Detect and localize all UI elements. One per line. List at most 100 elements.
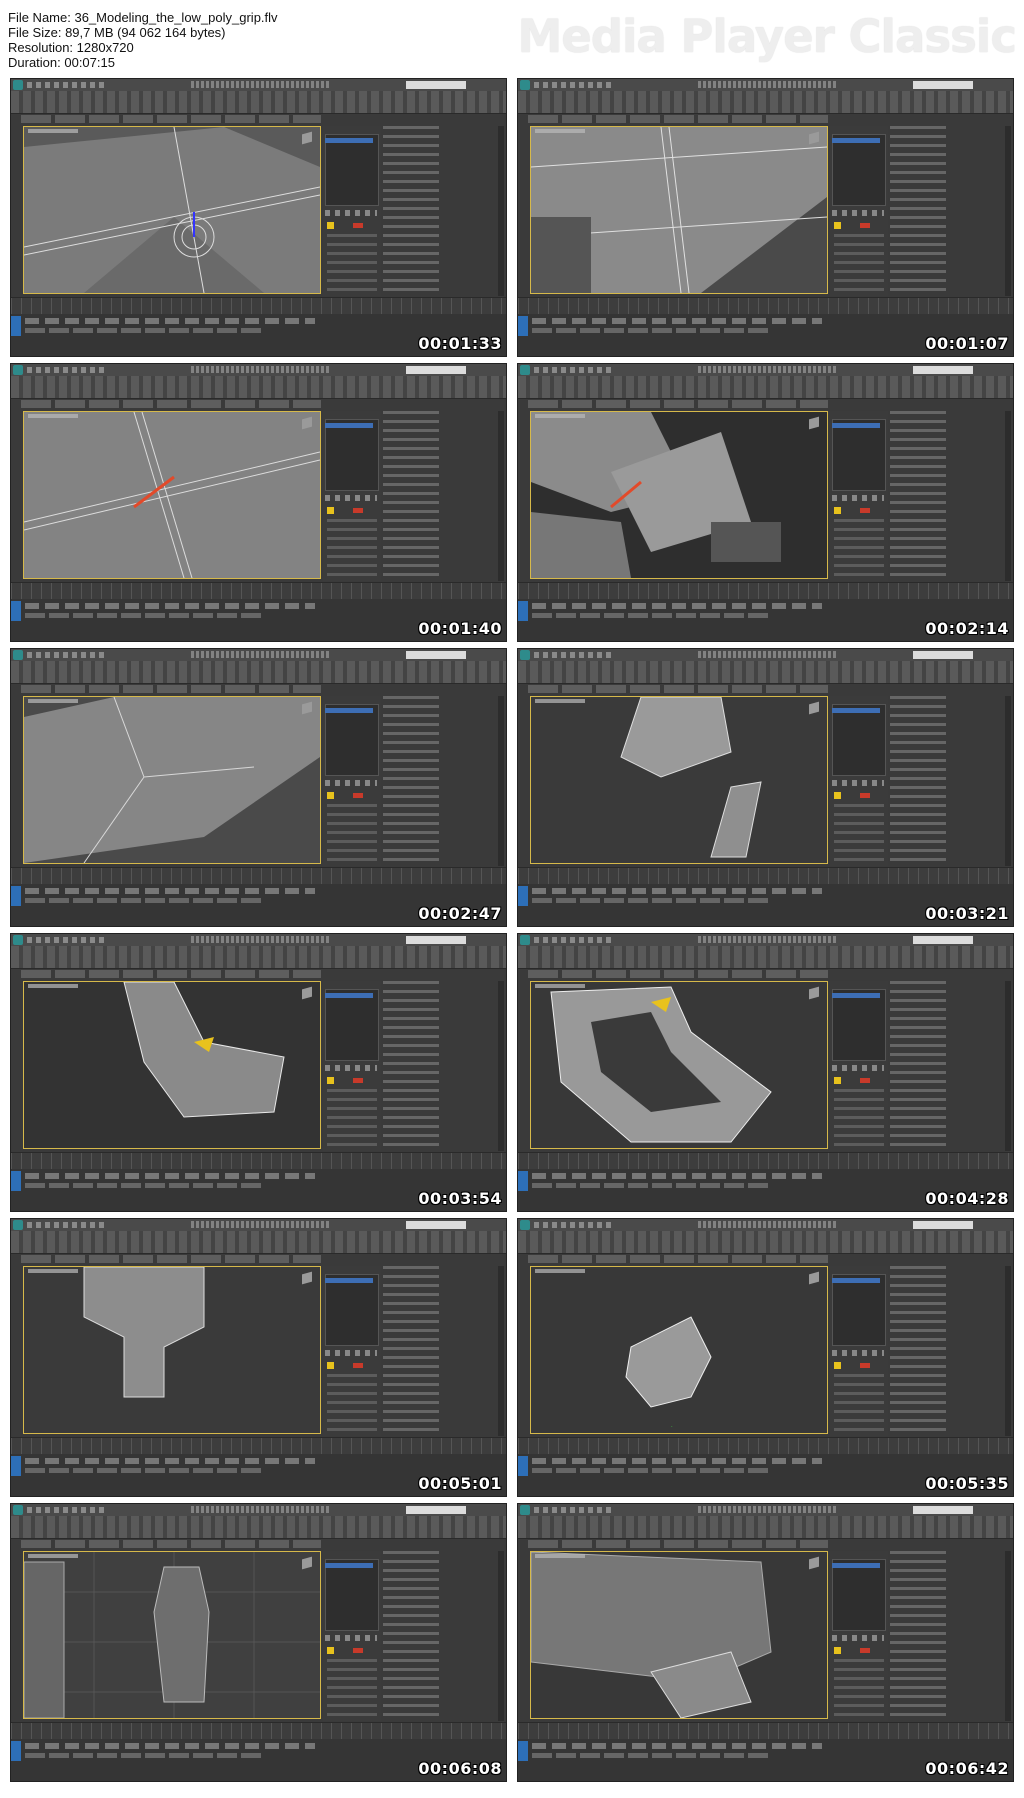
scene-render [531,1552,827,1718]
selection-rollout [327,1089,377,1149]
scene-render [24,1552,320,1718]
timestamp-label: 00:06:08 [418,1759,502,1778]
command-panel [323,1266,381,1436]
timeline-slider [518,867,1013,884]
main-toolbar [11,1516,506,1539]
prompt-line [25,1753,265,1758]
edit-geometry-rollout [383,126,439,296]
vertex-icon [834,1647,841,1654]
video-thumbnail[interactable]: 00:03:21 [517,648,1014,927]
vertex-icon [327,507,334,514]
modifier-stack [832,704,886,776]
panel-scrollbar [1005,1266,1011,1436]
stack-icons [325,1350,377,1356]
app-logo-icon [13,365,23,375]
vertex-icon [834,792,841,799]
window-title [698,1221,838,1228]
menu-items [27,82,107,88]
coordinate-fields [25,318,315,324]
video-thumbnail[interactable]: 00:03:54 [10,933,507,1212]
scene-render [24,412,320,578]
selected-modifier [832,1278,880,1283]
main-toolbar [11,376,506,399]
edit-geometry-rollout [383,696,439,866]
stack-icons [832,495,884,501]
main-toolbar [11,1231,506,1254]
panel-scrollbar [1005,411,1011,581]
app-logo-icon [13,1505,23,1515]
app-logo-icon [520,80,530,90]
coordinate-fields [532,603,822,609]
video-thumbnail[interactable]: 00:06:42 [517,1503,1014,1782]
search-field [406,651,466,659]
prompt-line [25,898,265,903]
search-field [913,1221,973,1229]
prompt-line [25,1468,265,1473]
vertex-icon [834,222,841,229]
selected-modifier [832,138,880,143]
selected-modifier [325,423,373,428]
listener-icon [11,1456,21,1476]
coordinate-fields [532,888,822,894]
video-thumbnail[interactable]: 00:01:07 [517,78,1014,357]
stack-icons [832,1350,884,1356]
subobject-icon [353,1363,363,1368]
app-logo-icon [520,935,530,945]
main-toolbar [518,1516,1013,1539]
edit-geometry-rollout [383,981,439,1151]
perspective-viewport [23,981,321,1149]
window-title [698,366,838,373]
menu-items [534,652,614,658]
video-thumbnail[interactable]: 00:02:14 [517,363,1014,642]
timestamp-label: 00:01:07 [925,334,1009,353]
main-toolbar [518,91,1013,114]
video-thumbnail[interactable]: . 00:05:35 [517,1218,1014,1497]
perspective-viewport [530,411,828,579]
modifier-stack [325,989,379,1061]
video-thumbnail[interactable]: 00:01:40 [10,363,507,642]
video-thumbnail[interactable]: 00:01:33 [10,78,507,357]
video-thumbnail[interactable]: 00:05:01 [10,1218,507,1497]
timeline-slider [11,1722,506,1739]
menu-items [534,937,614,943]
timestamp-label: 00:06:42 [925,1759,1009,1778]
viewport-label [28,699,78,703]
selected-modifier [325,1278,373,1283]
selection-rollout [327,1374,377,1434]
search-field [406,81,466,89]
edit-geometry-rollout [383,411,439,581]
timestamp-label: 00:05:35 [925,1474,1009,1493]
viewport-label [535,984,585,988]
viewport-label [535,1554,585,1558]
selected-modifier [832,423,880,428]
vertex-icon [327,1077,334,1084]
app-logo-icon [520,1220,530,1230]
video-thumbnail[interactable]: 00:04:28 [517,933,1014,1212]
viewport-label [535,699,585,703]
selection-rollout [834,1659,884,1719]
app-logo-icon [13,1220,23,1230]
panel-scrollbar [1005,981,1011,1151]
prompt-line [25,1183,265,1188]
prompt-line [532,613,772,618]
scene-render [531,127,827,293]
search-field [913,366,973,374]
scene-render [24,1267,320,1433]
timeline-slider [518,1152,1013,1169]
video-thumbnail[interactable]: 00:06:08 [10,1503,507,1782]
command-panel [830,411,888,581]
timeline-slider [518,1722,1013,1739]
perspective-viewport [23,126,321,294]
stack-icons [325,780,377,786]
ribbon-tabs [528,115,828,123]
video-thumbnail[interactable]: 00:02:47 [10,648,507,927]
vertex-icon [327,222,334,229]
panel-scrollbar [498,1266,504,1436]
window-title [698,936,838,943]
panel-scrollbar [498,1551,504,1721]
coordinate-fields [532,1458,822,1464]
app-logo-icon [13,650,23,660]
perspective-viewport [530,981,828,1149]
menu-items [534,367,614,373]
timestamp-label: 00:01:40 [418,619,502,638]
